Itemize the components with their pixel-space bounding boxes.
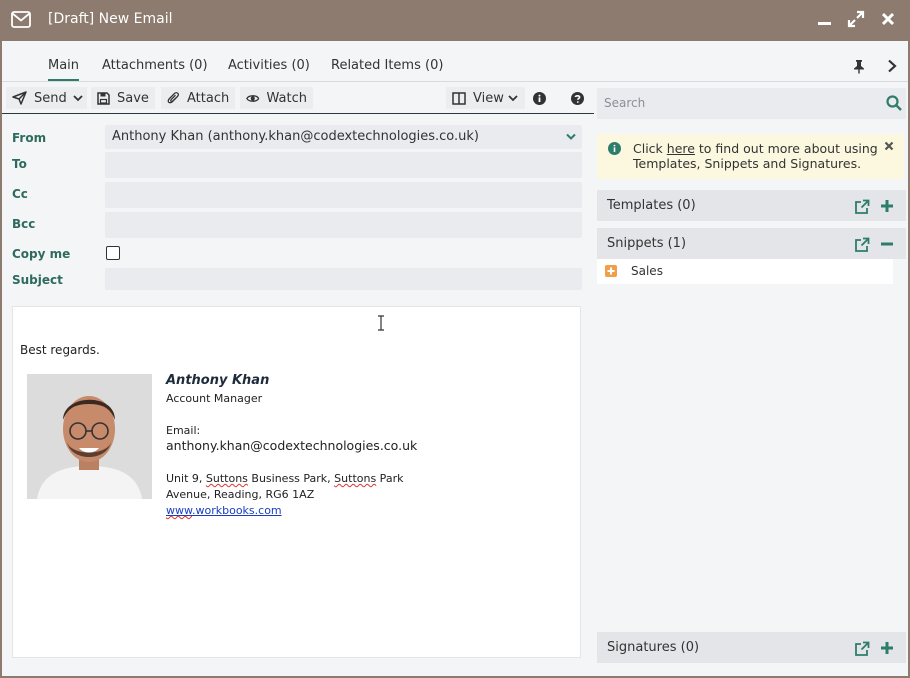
eye-icon xyxy=(246,94,260,102)
info-banner: Click here to find out more about using … xyxy=(597,134,904,179)
close-icon[interactable] xyxy=(879,10,897,28)
tab-activities[interactable]: Activities (0) xyxy=(228,58,310,73)
email-window: [Draft] New Email Main Attachments (0) A… xyxy=(0,0,910,678)
signature-job-title: Account Manager xyxy=(166,392,263,405)
greeting-text: Best regards. xyxy=(20,343,100,357)
minus-icon[interactable] xyxy=(880,237,894,251)
from-select[interactable]: Anthony Khan (anthony.khan@codextechnolo… xyxy=(105,125,582,149)
from-label: From xyxy=(12,131,47,145)
view-label: View xyxy=(473,90,504,106)
to-field[interactable] xyxy=(105,152,582,178)
templates-label: Templates (0) xyxy=(607,198,696,213)
signature-photo xyxy=(27,374,152,499)
minimize-icon[interactable] xyxy=(816,10,834,28)
search-input[interactable]: Search xyxy=(597,88,906,119)
pin-icon[interactable] xyxy=(852,59,866,74)
info-help-link[interactable]: here xyxy=(667,141,695,156)
external-link-icon[interactable] xyxy=(854,199,870,215)
subject-field[interactable] xyxy=(105,268,582,290)
watch-label: Watch xyxy=(266,90,307,106)
signature-email-label: Email: xyxy=(166,424,201,437)
info-circle-icon[interactable] xyxy=(533,92,546,105)
from-value: Anthony Khan (anthony.khan@codextechnolo… xyxy=(112,129,480,144)
snippets-label: Snippets (1) xyxy=(607,236,687,251)
text-cursor-icon xyxy=(378,315,384,331)
save-button[interactable]: Save xyxy=(91,87,155,109)
signatures-label: Signatures (0) xyxy=(607,640,700,655)
signature-email: anthony.khan@codextechnologies.co.uk xyxy=(166,438,418,453)
send-button[interactable]: Send xyxy=(6,87,87,109)
tab-main[interactable]: Main xyxy=(48,58,80,81)
signatures-section-header[interactable]: Signatures (0) xyxy=(597,632,906,663)
snippets-section-header[interactable]: Snippets (1) xyxy=(597,228,906,259)
paperclip-icon xyxy=(167,92,179,104)
subject-label: Subject xyxy=(12,273,63,287)
to-label: To xyxy=(12,157,27,171)
chevron-down-icon[interactable] xyxy=(73,95,83,102)
copy-me-checkbox[interactable] xyxy=(106,246,120,260)
content-library-panel: Search Click here to find out more about… xyxy=(595,83,908,676)
email-toolbar: Send Save Attach Watch View xyxy=(2,83,594,114)
plus-icon[interactable] xyxy=(880,199,894,213)
snippet-item[interactable]: Sales xyxy=(597,259,893,284)
cc-field[interactable] xyxy=(105,182,582,208)
plus-icon[interactable] xyxy=(880,641,894,655)
external-link-icon[interactable] xyxy=(854,641,870,657)
save-icon xyxy=(97,91,110,105)
email-body-editor[interactable]: Best regards. Anthony Khan Account Manag… xyxy=(12,306,581,658)
cc-label: Cc xyxy=(12,187,28,201)
info-icon xyxy=(608,142,621,155)
external-link-icon[interactable] xyxy=(854,237,870,253)
chevron-right-icon[interactable] xyxy=(887,59,897,73)
envelope-icon xyxy=(11,11,31,28)
signature-address-line1: Unit 9, Suttons Business Park, Suttons P… xyxy=(166,472,404,485)
signature-name: Anthony Khan xyxy=(166,373,270,388)
view-dropdown[interactable]: View xyxy=(446,87,525,109)
view-chevron-down-icon xyxy=(508,95,518,102)
window-title: [Draft] New Email xyxy=(48,11,173,27)
dismiss-icon[interactable] xyxy=(884,141,894,151)
watch-button[interactable]: Watch xyxy=(240,87,313,109)
attach-button[interactable]: Attach xyxy=(161,87,236,109)
tab-related-items[interactable]: Related Items (0) xyxy=(331,58,443,73)
send-icon xyxy=(12,91,27,105)
bcc-field[interactable] xyxy=(105,212,582,238)
help-icon[interactable] xyxy=(571,92,584,105)
attach-label: Attach xyxy=(187,90,230,106)
tab-attachments[interactable]: Attachments (0) xyxy=(102,58,208,73)
search-icon[interactable] xyxy=(886,95,902,111)
plus-square-icon[interactable] xyxy=(605,265,617,277)
copy-me-label: Copy me xyxy=(12,247,71,261)
signature-website-link[interactable]: www.workbooks.com xyxy=(166,504,282,517)
title-bar: [Draft] New Email xyxy=(2,0,910,41)
bcc-label: Bcc xyxy=(12,217,36,231)
from-chevron-down-icon xyxy=(566,133,576,140)
search-placeholder: Search xyxy=(604,96,646,110)
templates-section-header[interactable]: Templates (0) xyxy=(597,190,906,221)
tab-bar: Main Attachments (0) Activities (0) Rela… xyxy=(2,41,908,82)
save-label: Save xyxy=(117,90,149,106)
info-text: Click here to find out more about using … xyxy=(633,141,878,171)
snippet-label: Sales xyxy=(631,264,663,278)
maximize-icon[interactable] xyxy=(847,10,865,28)
send-label: Send xyxy=(34,90,67,106)
columns-icon xyxy=(452,91,466,105)
signature-address-line2: Avenue, Reading, RG6 1AZ xyxy=(166,488,315,501)
